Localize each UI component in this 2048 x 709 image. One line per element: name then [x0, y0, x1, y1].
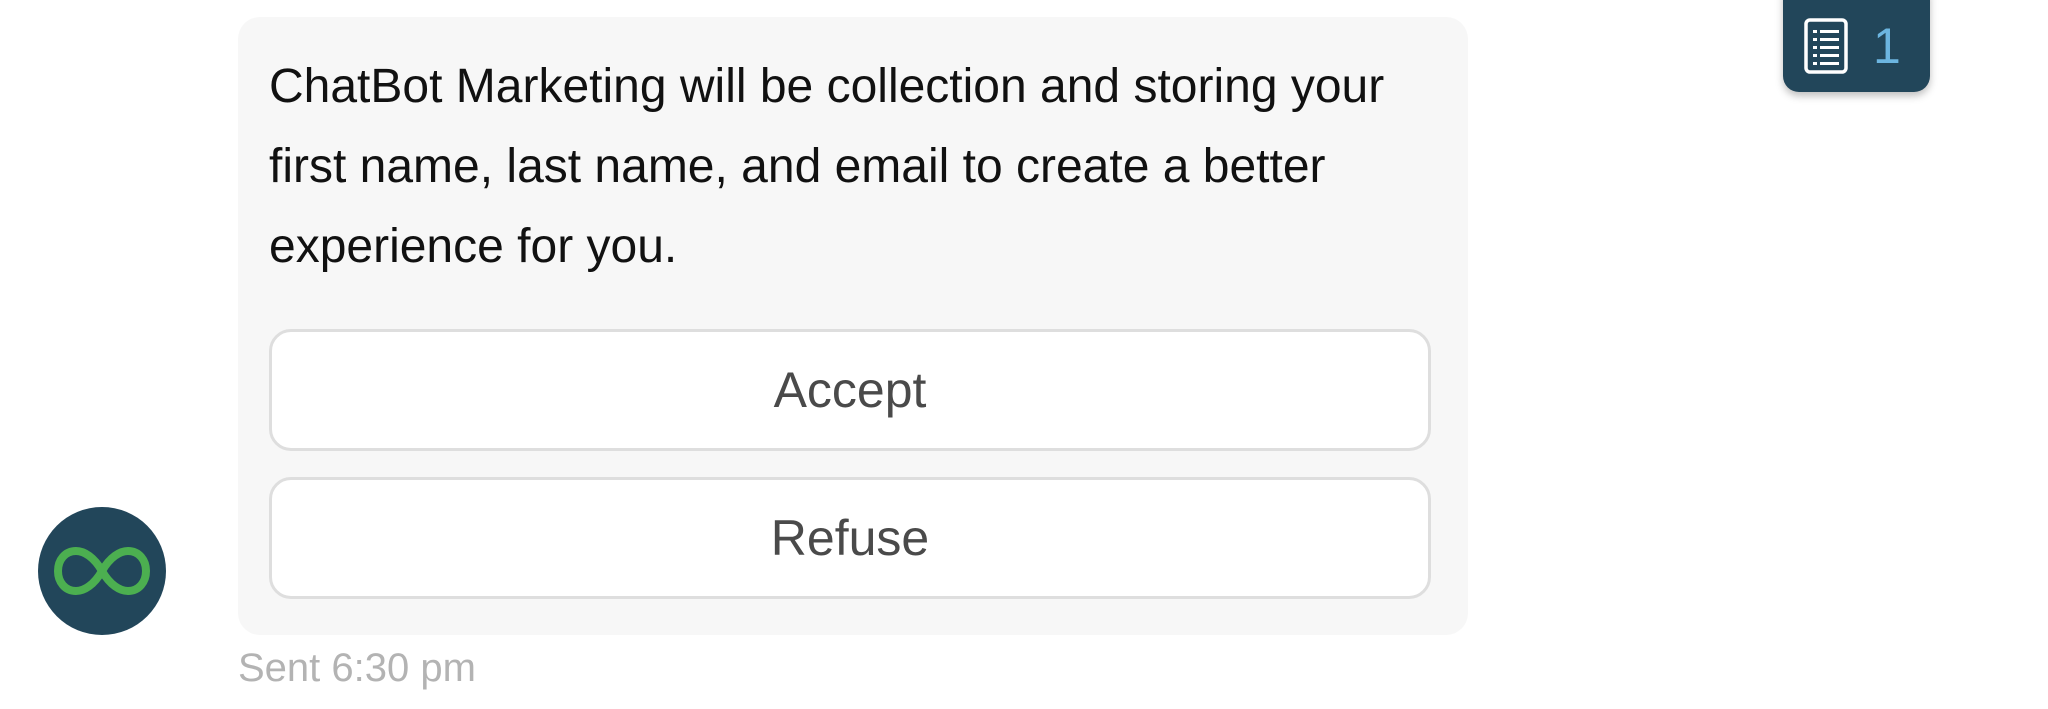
message-timestamp: Sent 6:30 pm: [238, 646, 476, 690]
document-count: 1: [1873, 18, 1901, 74]
refuse-button[interactable]: Refuse: [269, 477, 1431, 599]
infinity-logo-icon: [54, 541, 150, 601]
accept-button[interactable]: Accept: [269, 329, 1431, 451]
chat-screen: 1 ChatBot Marketing will be collection a…: [0, 0, 2048, 709]
document-counter-badge[interactable]: 1: [1783, 0, 1930, 92]
consent-message-text: ChatBot Marketing will be collection and…: [269, 60, 1385, 273]
bot-avatar: [38, 507, 166, 635]
consent-message-bubble: ChatBot Marketing will be collection and…: [238, 17, 1468, 635]
document-list-icon: [1803, 17, 1849, 75]
